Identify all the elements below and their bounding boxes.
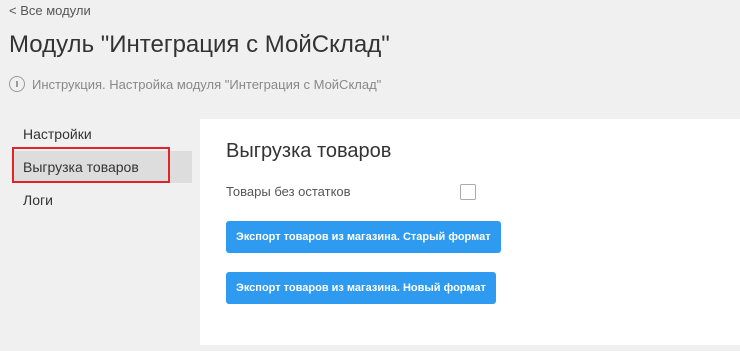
back-to-all-modules-link[interactable]: < Все модули [9,3,91,18]
product-export-panel: Выгрузка товаров Товары без остатков Экс… [200,119,740,345]
page-title: Модуль "Интеграция с МойСклад" [9,31,390,58]
instruction-text[interactable]: Инструкция. Настройка модуля "Интеграция… [32,77,381,92]
export-new-format-button[interactable]: Экспорт товаров из магазина. Новый форма… [226,272,496,304]
sidebar-item-logs[interactable]: Логи [12,184,192,216]
sidebar-item-product-export[interactable]: Выгрузка товаров [12,151,192,183]
sidebar-item-settings[interactable]: Настройки [12,118,192,150]
export-old-format-button[interactable]: Экспорт товаров из магазина. Старый форм… [226,221,501,253]
no-stock-option-row: Товары без остатков [226,184,476,200]
no-stock-checkbox[interactable] [460,184,476,200]
no-stock-label: Товары без остатков [226,184,351,199]
panel-title: Выгрузка товаров [226,140,392,162]
sidebar-nav: Настройки Выгрузка товаров Логи [12,118,192,217]
info-icon [9,76,25,92]
instruction-link[interactable]: Инструкция. Настройка модуля "Интеграция… [9,76,381,92]
